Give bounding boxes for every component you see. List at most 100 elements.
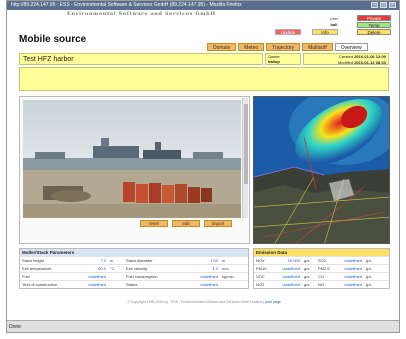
emission-unit: g/s	[366, 266, 372, 271]
table-row: Fuel undefined Fuel consumption undefine…	[20, 272, 248, 280]
param-value[interactable]: undefined	[82, 281, 108, 288]
dates-box: Created 2016-01-06 12:00 Modified 2016-0…	[303, 53, 389, 65]
owner-box: Owner ballup	[265, 53, 301, 65]
delete-toggle[interactable]: Delete	[357, 29, 391, 35]
emission-value[interactable]: undefined	[334, 273, 364, 280]
emission-unit: g/s	[366, 258, 372, 263]
temp-toggle[interactable]: Temp	[357, 22, 391, 28]
emission-unit: g/s	[366, 282, 372, 287]
maximize-icon[interactable]: □	[380, 2, 387, 8]
pollutant-label: CO	[318, 274, 324, 279]
modified-value: 2016-01-12 08:33	[354, 59, 386, 65]
copyright-text: © Copyright 1995-2016 by : ESS - Environ…	[127, 300, 265, 304]
param-value[interactable]: 60.0	[82, 265, 108, 272]
tab-overview[interactable]: Overview	[334, 43, 368, 51]
pollutant-label: VOC	[256, 274, 265, 279]
table-row: VOC undefined g/s CO undefined g/s	[254, 272, 389, 280]
param-unit	[108, 273, 124, 280]
private-toggle[interactable]: Private	[357, 15, 391, 21]
tab-domain[interactable]: Domain	[207, 43, 237, 51]
modified-label: Modified	[337, 59, 354, 65]
param-value[interactable]: undefined	[180, 281, 220, 288]
param-label: Exit velocity	[126, 266, 148, 271]
page-title: Mobile source	[19, 34, 87, 45]
harbor-photo-image	[23, 100, 241, 218]
plume-map[interactable]	[253, 96, 390, 244]
print-page-link[interactable]: print page	[265, 300, 281, 304]
window-title: http://89.224.147.95 : ESS - Environment…	[11, 2, 242, 8]
emission-value[interactable]: undefined	[272, 265, 302, 272]
tab-multisoff[interactable]: Multisoff	[302, 43, 333, 51]
emission-unit: g/s	[366, 274, 372, 279]
param-value[interactable]: 7.0	[82, 257, 108, 264]
harbor-photo	[23, 100, 241, 218]
param-label: Exit temperature	[22, 266, 52, 271]
window-titlebar: http://89.224.147.95 : ESS - Environment…	[7, 1, 399, 10]
reset-button[interactable]: reset	[140, 220, 168, 227]
pollutant-label: SO2	[318, 258, 327, 263]
emission-value[interactable]: undefined	[334, 265, 364, 272]
import-button[interactable]: import	[204, 220, 232, 227]
param-unit: kg/min	[222, 274, 234, 279]
param-value[interactable]: undefined	[180, 273, 220, 280]
param-label: Status	[126, 282, 138, 287]
created-label: Created	[338, 54, 354, 59]
tab-meteo[interactable]: Meteo	[238, 43, 265, 51]
emission-value[interactable]: undefined	[334, 257, 364, 264]
pollutant-label: PM2.5	[318, 266, 330, 271]
emission-value[interactable]: undefined	[272, 281, 302, 288]
table-title: Emission Data	[254, 249, 389, 256]
param-value[interactable]: undefined	[82, 273, 108, 280]
emission-unit: g/s	[304, 274, 310, 279]
emission-unit: g/s	[304, 258, 310, 263]
page-content: Environmental Software and Services GmbH…	[7, 10, 399, 320]
param-label: Fuel	[22, 274, 30, 279]
table-row: NOX 10.000 g/s SO2 undefined g/s	[254, 256, 389, 264]
table-row: Stack height 7.0 m Stack diameter 1.00 m	[20, 256, 248, 264]
plume-map-image	[254, 97, 389, 243]
param-unit: m/s	[222, 266, 229, 271]
photo-buttons: reset edit import	[140, 220, 232, 227]
emission-value[interactable]: 10.000	[272, 257, 302, 264]
created-value: 2016-01-06 12:00	[354, 54, 386, 59]
window-controls: – □ ×	[371, 2, 396, 8]
param-unit: m	[222, 258, 226, 263]
photo-scrollbar[interactable]	[242, 98, 248, 218]
browser-statusbar: Done	[7, 320, 399, 332]
photo-panel: reset edit import	[19, 96, 250, 244]
scrollbar-thumb[interactable]	[244, 104, 248, 184]
param-unit	[220, 281, 248, 288]
param-value[interactable]: 1.00	[180, 257, 220, 264]
minimize-icon[interactable]: –	[371, 2, 378, 8]
emission-value[interactable]: undefined	[272, 273, 302, 280]
close-icon[interactable]: ×	[389, 2, 396, 8]
param-label: Year of construction	[22, 282, 58, 287]
param-label: Fuel consumption	[126, 274, 158, 279]
emission-unit: g/s	[304, 266, 310, 271]
update-button[interactable]: Update	[275, 29, 301, 35]
emission-data-table: Emission Data NOX 10.000 g/s SO2 undefin…	[253, 248, 390, 289]
description-field[interactable]	[19, 67, 389, 91]
pollutant-label: NOX	[256, 258, 265, 263]
param-value[interactable]: 1.0	[180, 265, 220, 272]
pollutant-label: NO	[318, 282, 324, 287]
edit-button[interactable]: edit	[172, 220, 200, 227]
user-name: ball	[330, 22, 338, 27]
emission-value[interactable]: undefined	[334, 281, 364, 288]
param-unit	[108, 281, 124, 288]
table-row: PM10 undefined g/s PM2.5 undefined g/s	[254, 264, 389, 272]
param-unit: °C	[110, 266, 115, 271]
stack-parameters-table: Muller/Stack Parameters Stack height 7.0…	[19, 248, 249, 289]
param-label: Stack diameter	[126, 258, 153, 263]
param-unit: m	[110, 258, 114, 263]
table-row: NO2 undefined g/s NO undefined g/s	[254, 280, 389, 288]
table-title: Muller/Stack Parameters	[20, 249, 248, 256]
brand-banner: Environmental Software and Services GmbH	[67, 11, 216, 17]
tab-bar: Domain Meteo Trajectory Multisoff Overvi…	[207, 43, 368, 51]
source-name-field[interactable]: Test HFZ harbor	[19, 53, 263, 65]
status-text: Done	[9, 324, 21, 330]
info-button[interactable]: Info	[312, 29, 338, 35]
tab-trajectory[interactable]: Trajectory	[266, 43, 301, 51]
emission-unit: g/s	[304, 282, 310, 287]
browser-window: http://89.224.147.95 : ESS - Environment…	[6, 0, 400, 333]
